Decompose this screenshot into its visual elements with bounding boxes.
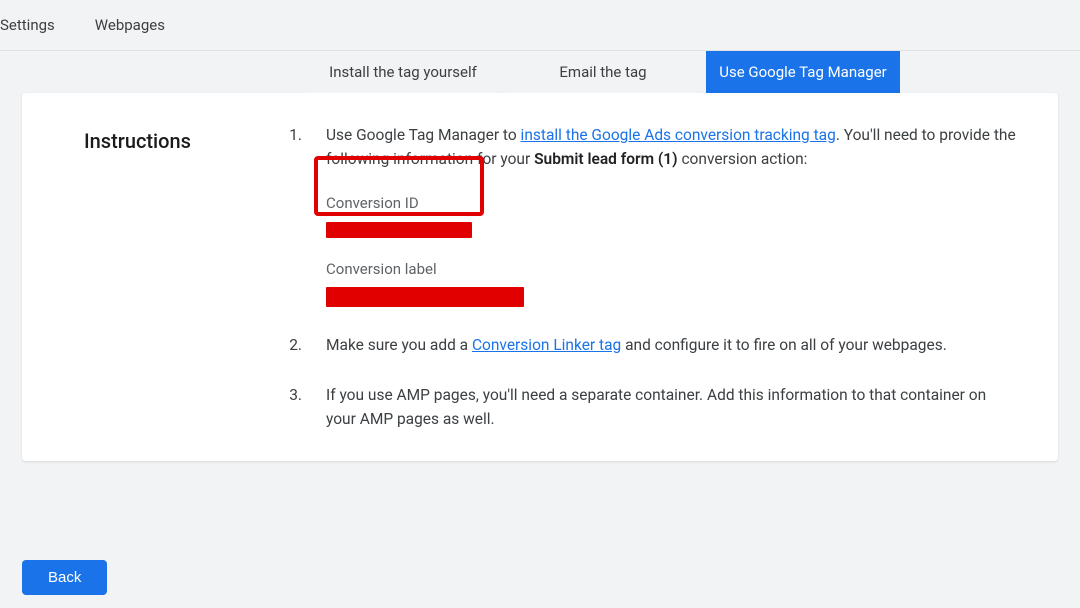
conversion-id-value-redacted [326,222,472,238]
instructions-list: 1. Use Google Tag Manager to install the… [282,123,1028,431]
nav-tab-settings[interactable]: Settings [0,10,55,40]
conversion-id-label: Conversion ID [326,192,472,215]
tab-use-gtm[interactable]: Use Google Tag Manager [706,51,900,93]
back-button[interactable]: Back [22,560,107,595]
step1-text-pre: Use Google Tag Manager to [326,126,521,144]
conversion-label-value-redacted [326,287,524,307]
step2-text-post: and configure it to fire on all of your … [621,336,947,354]
tab-email-tag[interactable]: Email the tag [506,51,700,93]
step2-text-pre: Make sure you add a [326,336,472,354]
instructions-card: Instructions 1. Use Google Tag Manager t… [22,93,1058,461]
step-number: 1. [282,123,302,307]
top-nav: Settings Webpages [0,0,1080,51]
instruction-step-3: 3. If you use AMP pages, you'll need a s… [282,383,1018,431]
instruction-step-2: 2. Make sure you add a Conversion Linker… [282,333,1018,357]
step-number: 2. [282,333,302,357]
instructions-heading: Instructions [52,123,262,431]
conversion-linker-tag-link[interactable]: Conversion Linker tag [472,336,621,354]
tab-install-yourself[interactable]: Install the tag yourself [306,51,500,93]
install-tracking-tag-link[interactable]: install the Google Ads conversion tracki… [521,126,836,144]
conversion-action-name: Submit lead form (1) [534,150,678,168]
step-number: 3. [282,383,302,431]
nav-tab-webpages[interactable]: Webpages [95,10,165,40]
conversion-id-block: Conversion ID [326,191,1018,237]
conversion-label-block: Conversion label [326,258,1018,307]
instruction-step-1: 1. Use Google Tag Manager to install the… [282,123,1018,307]
conversion-label-label: Conversion label [326,258,1018,281]
method-tabs: Install the tag yourself Email the tag U… [306,51,1058,93]
step1-text-post2: conversion action: [678,150,808,168]
step3-text: If you use AMP pages, you'll need a sepa… [326,383,1018,431]
